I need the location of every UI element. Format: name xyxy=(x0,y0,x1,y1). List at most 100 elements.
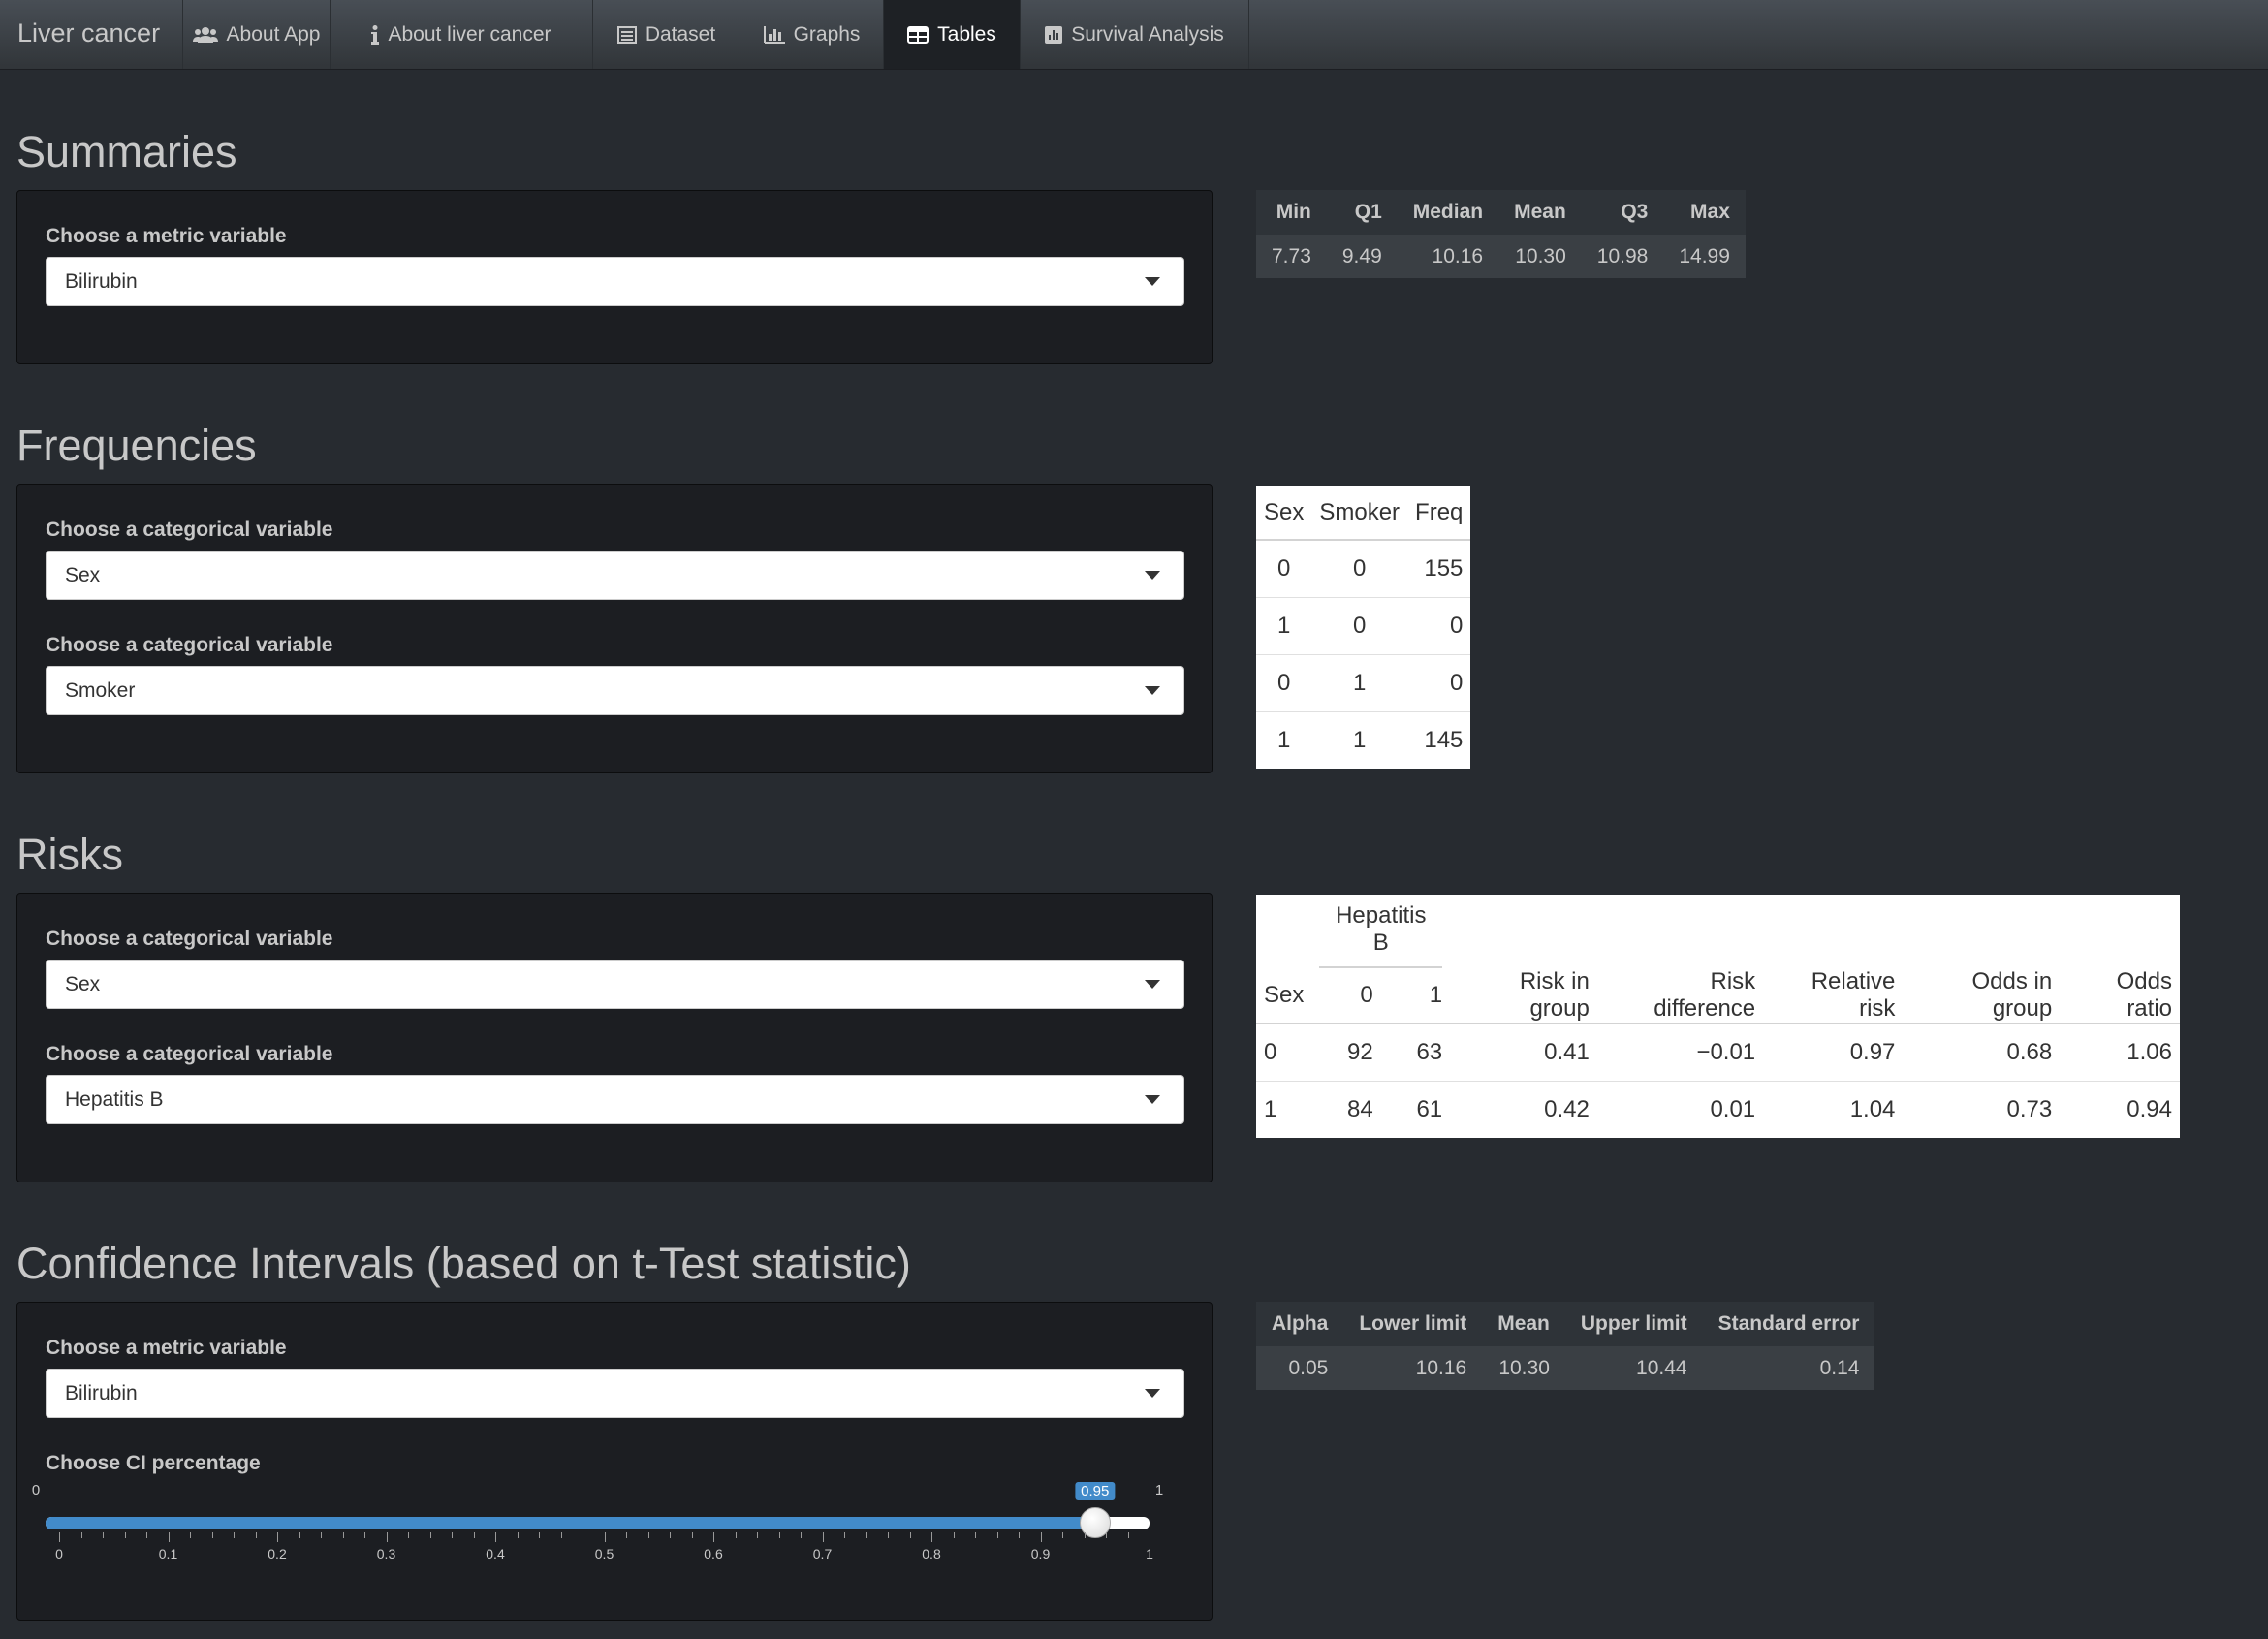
frequencies-title: Frequencies xyxy=(16,421,257,470)
slider-tick xyxy=(1062,1532,1063,1538)
table-cell: 0 xyxy=(1407,596,1471,654)
table-header: Standard error xyxy=(1717,1312,1860,1335)
slider-tick xyxy=(103,1532,104,1538)
slider-tick xyxy=(604,1532,606,1542)
tab-about-app[interactable]: About App xyxy=(183,0,331,69)
table-header: Alpha xyxy=(1272,1312,1329,1335)
chart-icon xyxy=(1045,25,1063,44)
categorical-variable-select-2[interactable]: Hepatitis B xyxy=(46,1075,1184,1124)
metric-variable-label: Choose a metric variable xyxy=(46,225,287,247)
slider-tick-label: 0.2 xyxy=(268,1546,287,1561)
table-cell: 10.30 xyxy=(1498,235,1582,278)
slider-tick xyxy=(299,1532,300,1538)
ci-panel: Choose a metric variable Bilirubin Choos… xyxy=(16,1302,1213,1621)
table-header: Risk difference xyxy=(1596,968,1764,1024)
slider-tick xyxy=(1019,1532,1020,1538)
slider-max-label: 1 xyxy=(1154,1482,1164,1498)
table-row: 1 1 145 xyxy=(1256,710,1471,769)
slider-tick xyxy=(408,1532,409,1538)
categorical-variable-label: Choose a categorical variable xyxy=(46,519,333,541)
ci-percentage-slider[interactable]: 0 1 0.95 0 0.1 0.2 0.3 0.4 0.5 0.6 0.7 0.8 0.9 1 xyxy=(28,1476,1167,1563)
users-icon xyxy=(192,26,218,44)
select-value: Sex xyxy=(65,973,101,995)
table-header: Relative risk xyxy=(1763,968,1904,1024)
table-cell: 0 xyxy=(1407,653,1471,711)
chevron-down-icon xyxy=(1145,277,1160,286)
select-value: Hepatitis B xyxy=(65,1088,164,1111)
table-cell: 1.06 xyxy=(2060,1023,2180,1081)
tab-label: About liver cancer xyxy=(388,22,551,46)
categorical-variable-select-2[interactable]: Smoker xyxy=(46,666,1184,715)
table-cell: 0 xyxy=(1256,653,1312,711)
tab-label: Tables xyxy=(937,22,996,46)
select-value: Smoker xyxy=(65,679,136,702)
slider-tick xyxy=(713,1532,714,1542)
ci-title: Confidence Intervals (based on t-Test st… xyxy=(16,1239,911,1288)
slider-tick xyxy=(429,1532,431,1538)
slider-tick xyxy=(146,1532,147,1538)
table-cell: 0.97 xyxy=(1763,1023,1904,1081)
slider-tick xyxy=(255,1532,257,1538)
categorical-variable-select-1[interactable]: Sex xyxy=(46,960,1184,1009)
table-header: Q1 xyxy=(1354,201,1382,223)
app-brand[interactable]: Liver cancer xyxy=(0,0,183,69)
slider-tick xyxy=(866,1532,867,1538)
table-cell: 0.14 xyxy=(1702,1346,1875,1390)
select-value: Bilirubin xyxy=(65,270,138,293)
slider-tick xyxy=(364,1532,365,1538)
slider-tick-label: 0.6 xyxy=(704,1546,723,1561)
risks-panel: Choose a categorical variable Sex Choose… xyxy=(16,893,1213,1182)
slider-tick xyxy=(386,1532,388,1542)
table-cell: 1 xyxy=(1311,653,1408,711)
slider-tick-label: 1 xyxy=(1146,1546,1153,1561)
slider-tick xyxy=(691,1532,693,1538)
slider-tick-label: 0.1 xyxy=(158,1546,178,1561)
table-header: Risk in group xyxy=(1450,968,1597,1024)
slider-tick xyxy=(647,1532,649,1538)
table-cell: 0.42 xyxy=(1450,1080,1597,1138)
slider-value-bubble: 0.95 xyxy=(1075,1482,1116,1500)
table-cell: 1 xyxy=(1256,710,1312,769)
slider-tick xyxy=(931,1532,932,1542)
tab-label: Survival Analysis xyxy=(1071,22,1224,46)
slider-tick-label: 0.5 xyxy=(594,1546,614,1561)
slider-tick xyxy=(670,1532,671,1538)
slider-tick xyxy=(342,1532,344,1538)
table-header: Median xyxy=(1412,201,1484,223)
table-row: 1 84 61 0.42 0.01 1.04 0.73 0.94 xyxy=(1256,1080,2180,1138)
tab-survival-analysis[interactable]: Survival Analysis xyxy=(1021,0,1249,69)
categorical-variable-select-1[interactable]: Sex xyxy=(46,551,1184,600)
slider-tick-label: 0.4 xyxy=(486,1546,505,1561)
bar-chart-icon xyxy=(763,25,785,44)
slider-tick xyxy=(190,1532,191,1538)
tab-label: Dataset xyxy=(645,22,716,46)
slider-tick xyxy=(517,1532,519,1538)
metric-variable-select[interactable]: Bilirubin xyxy=(46,1369,1184,1418)
tab-tables[interactable]: Tables xyxy=(884,0,1021,69)
slider-tick xyxy=(234,1532,235,1538)
table-cell: 155 xyxy=(1407,539,1471,597)
table-row: 1 0 0 xyxy=(1256,596,1471,654)
table-row: 0.05 10.16 10.30 10.44 0.14 xyxy=(1256,1346,1875,1390)
slider-tick xyxy=(452,1532,453,1538)
categorical-variable-label: Choose a categorical variable xyxy=(46,1043,333,1065)
table-header: Mean xyxy=(1497,1312,1550,1335)
summaries-table: Min Q1 Median Mean Q3 Max 7.73 9.49 10.1… xyxy=(1256,190,1746,278)
table-row: 0 92 63 0.41 −0.01 0.97 0.68 1.06 xyxy=(1256,1023,2180,1081)
tab-graphs[interactable]: Graphs xyxy=(740,0,884,69)
slider-tick xyxy=(560,1532,562,1538)
risks-table: Hepatitis B Sex 0 1 Risk in group Risk d… xyxy=(1256,895,2180,1138)
table-header: Odds ratio xyxy=(2060,968,2180,1024)
table-cell: 14.99 xyxy=(1663,235,1746,278)
slider-tick xyxy=(888,1532,889,1538)
slider-tick-label: 0.9 xyxy=(1030,1546,1051,1561)
ci-percentage-label: Choose CI percentage xyxy=(46,1452,261,1474)
tab-about-liver-cancer[interactable]: About liver cancer xyxy=(331,0,593,69)
table-header: Odds in group xyxy=(1903,968,2061,1024)
table-cell: 0.01 xyxy=(1596,1080,1764,1138)
tab-dataset[interactable]: Dataset xyxy=(593,0,740,69)
slider-min-label: 0 xyxy=(31,1482,41,1498)
metric-variable-select[interactable]: Bilirubin xyxy=(46,257,1184,306)
slider-tick xyxy=(1106,1532,1107,1538)
frequencies-panel: Choose a categorical variable Sex Choose… xyxy=(16,484,1213,773)
